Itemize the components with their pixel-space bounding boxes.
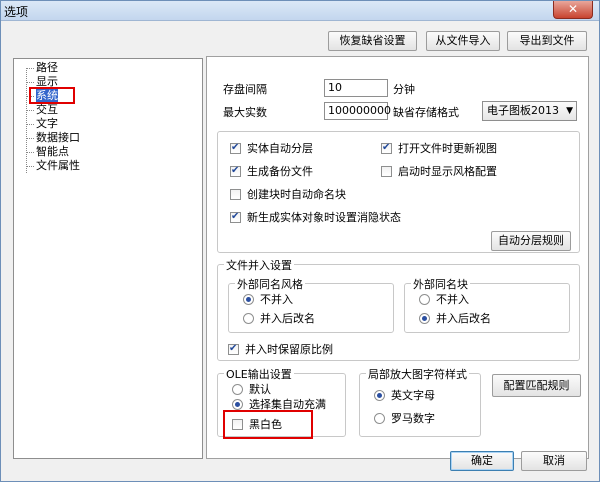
- update-view-checkbox[interactable]: 打开文件时更新视图: [381, 141, 497, 156]
- update-view-label: 打开文件时更新视图: [398, 142, 497, 155]
- highlight-box-bw: [223, 410, 313, 439]
- zoom-symbol-group: 局部放大图字符样式 英文字母 罗马数字: [359, 366, 481, 437]
- merge-settings-group: 文件并入设置 外部同名风格 不并入 并入后改名 外部同名块 不并入 并入后改名 …: [217, 257, 580, 361]
- tree-item-data-interface[interactable]: 数据接口: [24, 131, 80, 145]
- checkbox-box: [381, 141, 392, 155]
- radio-dot: [374, 413, 385, 424]
- autosave-interval-input[interactable]: 10: [324, 79, 388, 97]
- ext-block-rename-radio[interactable]: 并入后改名: [419, 312, 491, 326]
- close-icon[interactable]: ✕: [553, 1, 593, 19]
- zoom-letters-radio[interactable]: 英文字母: [374, 389, 435, 403]
- ext-style-no-merge-radio[interactable]: 不并入: [243, 293, 293, 307]
- auto-block-name-checkbox[interactable]: 创建块时自动命名块: [230, 188, 346, 202]
- merge-settings-title: 文件并入设置: [224, 257, 294, 273]
- cancel-button[interactable]: 取消: [521, 451, 587, 471]
- auto-layer-checkbox[interactable]: 实体自动分层: [230, 141, 313, 156]
- zoom-letters-label: 英文字母: [391, 389, 435, 402]
- radio-dot: [419, 294, 430, 305]
- ext-style-rename-radio[interactable]: 并入后改名: [243, 312, 315, 326]
- radio-dot: [374, 390, 385, 401]
- tree-item-interaction[interactable]: 交互: [24, 103, 58, 117]
- title-bar: 选项 ✕: [1, 1, 599, 21]
- tree-item-text[interactable]: 文字: [24, 117, 58, 131]
- config-rules-button[interactable]: 配置匹配规则: [492, 374, 581, 397]
- checkbox-box: [230, 141, 241, 155]
- checkbox-box: [381, 166, 392, 177]
- window-title: 选项: [4, 5, 29, 19]
- show-style-label: 启动时显示风格配置: [398, 165, 497, 178]
- hidden-state-label: 新生成实体对象时设置消隐状态: [247, 211, 401, 224]
- default-format-select[interactable]: 电子图板2013 ▼: [482, 101, 577, 121]
- ext-style-group: 外部同名风格 不并入 并入后改名: [228, 276, 394, 333]
- radio-dot: [419, 313, 430, 324]
- radio-dot: [232, 399, 243, 410]
- ext-style-title: 外部同名风格: [235, 276, 305, 292]
- hidden-state-checkbox[interactable]: 新生成实体对象时设置消隐状态: [230, 210, 401, 225]
- show-style-checkbox[interactable]: 启动时显示风格配置: [381, 165, 497, 179]
- ext-block-no-merge-label: 不并入: [436, 293, 469, 306]
- zoom-roman-label: 罗马数字: [391, 412, 435, 425]
- tree-item-smart-point[interactable]: 智能点: [24, 145, 69, 159]
- autosave-label: 存盘间隔: [223, 83, 267, 96]
- ext-style-rename-label: 并入后改名: [260, 312, 315, 325]
- backup-checkbox[interactable]: 生成备份文件: [230, 164, 313, 179]
- backup-label: 生成备份文件: [247, 165, 313, 178]
- tree-item-path[interactable]: 路径: [24, 61, 58, 75]
- ok-button[interactable]: 确定: [450, 451, 514, 471]
- radio-dot: [232, 384, 243, 395]
- max-entities-input[interactable]: 100000000: [324, 102, 391, 120]
- autosave-unit: 分钟: [393, 83, 415, 96]
- auto-layer-rules-button[interactable]: 自动分层规则: [491, 231, 571, 251]
- import-file-button[interactable]: 从文件导入: [426, 31, 500, 51]
- ole-default-radio[interactable]: 默认: [232, 383, 271, 397]
- chevron-down-icon: ▼: [566, 106, 573, 116]
- ext-block-group: 外部同名块 不并入 并入后改名: [404, 276, 570, 333]
- ext-block-no-merge-radio[interactable]: 不并入: [419, 293, 469, 307]
- highlight-box-system: [29, 87, 75, 104]
- radio-dot: [243, 313, 254, 324]
- checkbox-box: [230, 189, 241, 200]
- zoom-symbol-title: 局部放大图字符样式: [366, 366, 469, 382]
- radio-dot: [243, 294, 254, 305]
- system-settings-panel: 存盘间隔 10 分钟 最大实数 100000000 缺省存储格式 电子图板201…: [206, 56, 589, 459]
- keep-scale-checkbox[interactable]: 并入时保留原比例: [228, 342, 333, 357]
- default-format-label: 缺省存储格式: [393, 106, 459, 119]
- ext-block-rename-label: 并入后改名: [436, 312, 491, 325]
- auto-layer-label: 实体自动分层: [247, 142, 313, 155]
- checkbox-box: [230, 210, 241, 224]
- options-dialog: 选项 ✕ 恢复缺省设置 从文件导入 导出到文件 路径 显示 系统 交互 文字 数…: [0, 0, 600, 482]
- default-format-value: 电子图板2013: [487, 104, 559, 117]
- restore-defaults-button[interactable]: 恢复缺省设置: [328, 31, 417, 51]
- auto-block-name-label: 创建块时自动命名块: [247, 188, 346, 201]
- max-entities-label: 最大实数: [223, 106, 267, 119]
- export-file-button[interactable]: 导出到文件: [507, 31, 587, 51]
- checkbox-box: [228, 342, 239, 356]
- zoom-roman-radio[interactable]: 罗马数字: [374, 412, 435, 426]
- general-options-group: 实体自动分层 打开文件时更新视图 生成备份文件 启动时显示风格配置 创建块时自动…: [217, 131, 580, 253]
- tree-item-file-properties[interactable]: 文件属性: [24, 159, 80, 173]
- ext-style-no-merge-label: 不并入: [260, 293, 293, 306]
- options-tree: 路径 显示 系统 交互 文字 数据接口 智能点 文件属性: [13, 58, 203, 459]
- ole-default-label: 默认: [249, 383, 271, 396]
- checkbox-box: [230, 164, 241, 178]
- keep-scale-label: 并入时保留原比例: [245, 343, 333, 356]
- ext-block-title: 外部同名块: [411, 276, 470, 292]
- ole-output-title: OLE输出设置: [224, 366, 294, 382]
